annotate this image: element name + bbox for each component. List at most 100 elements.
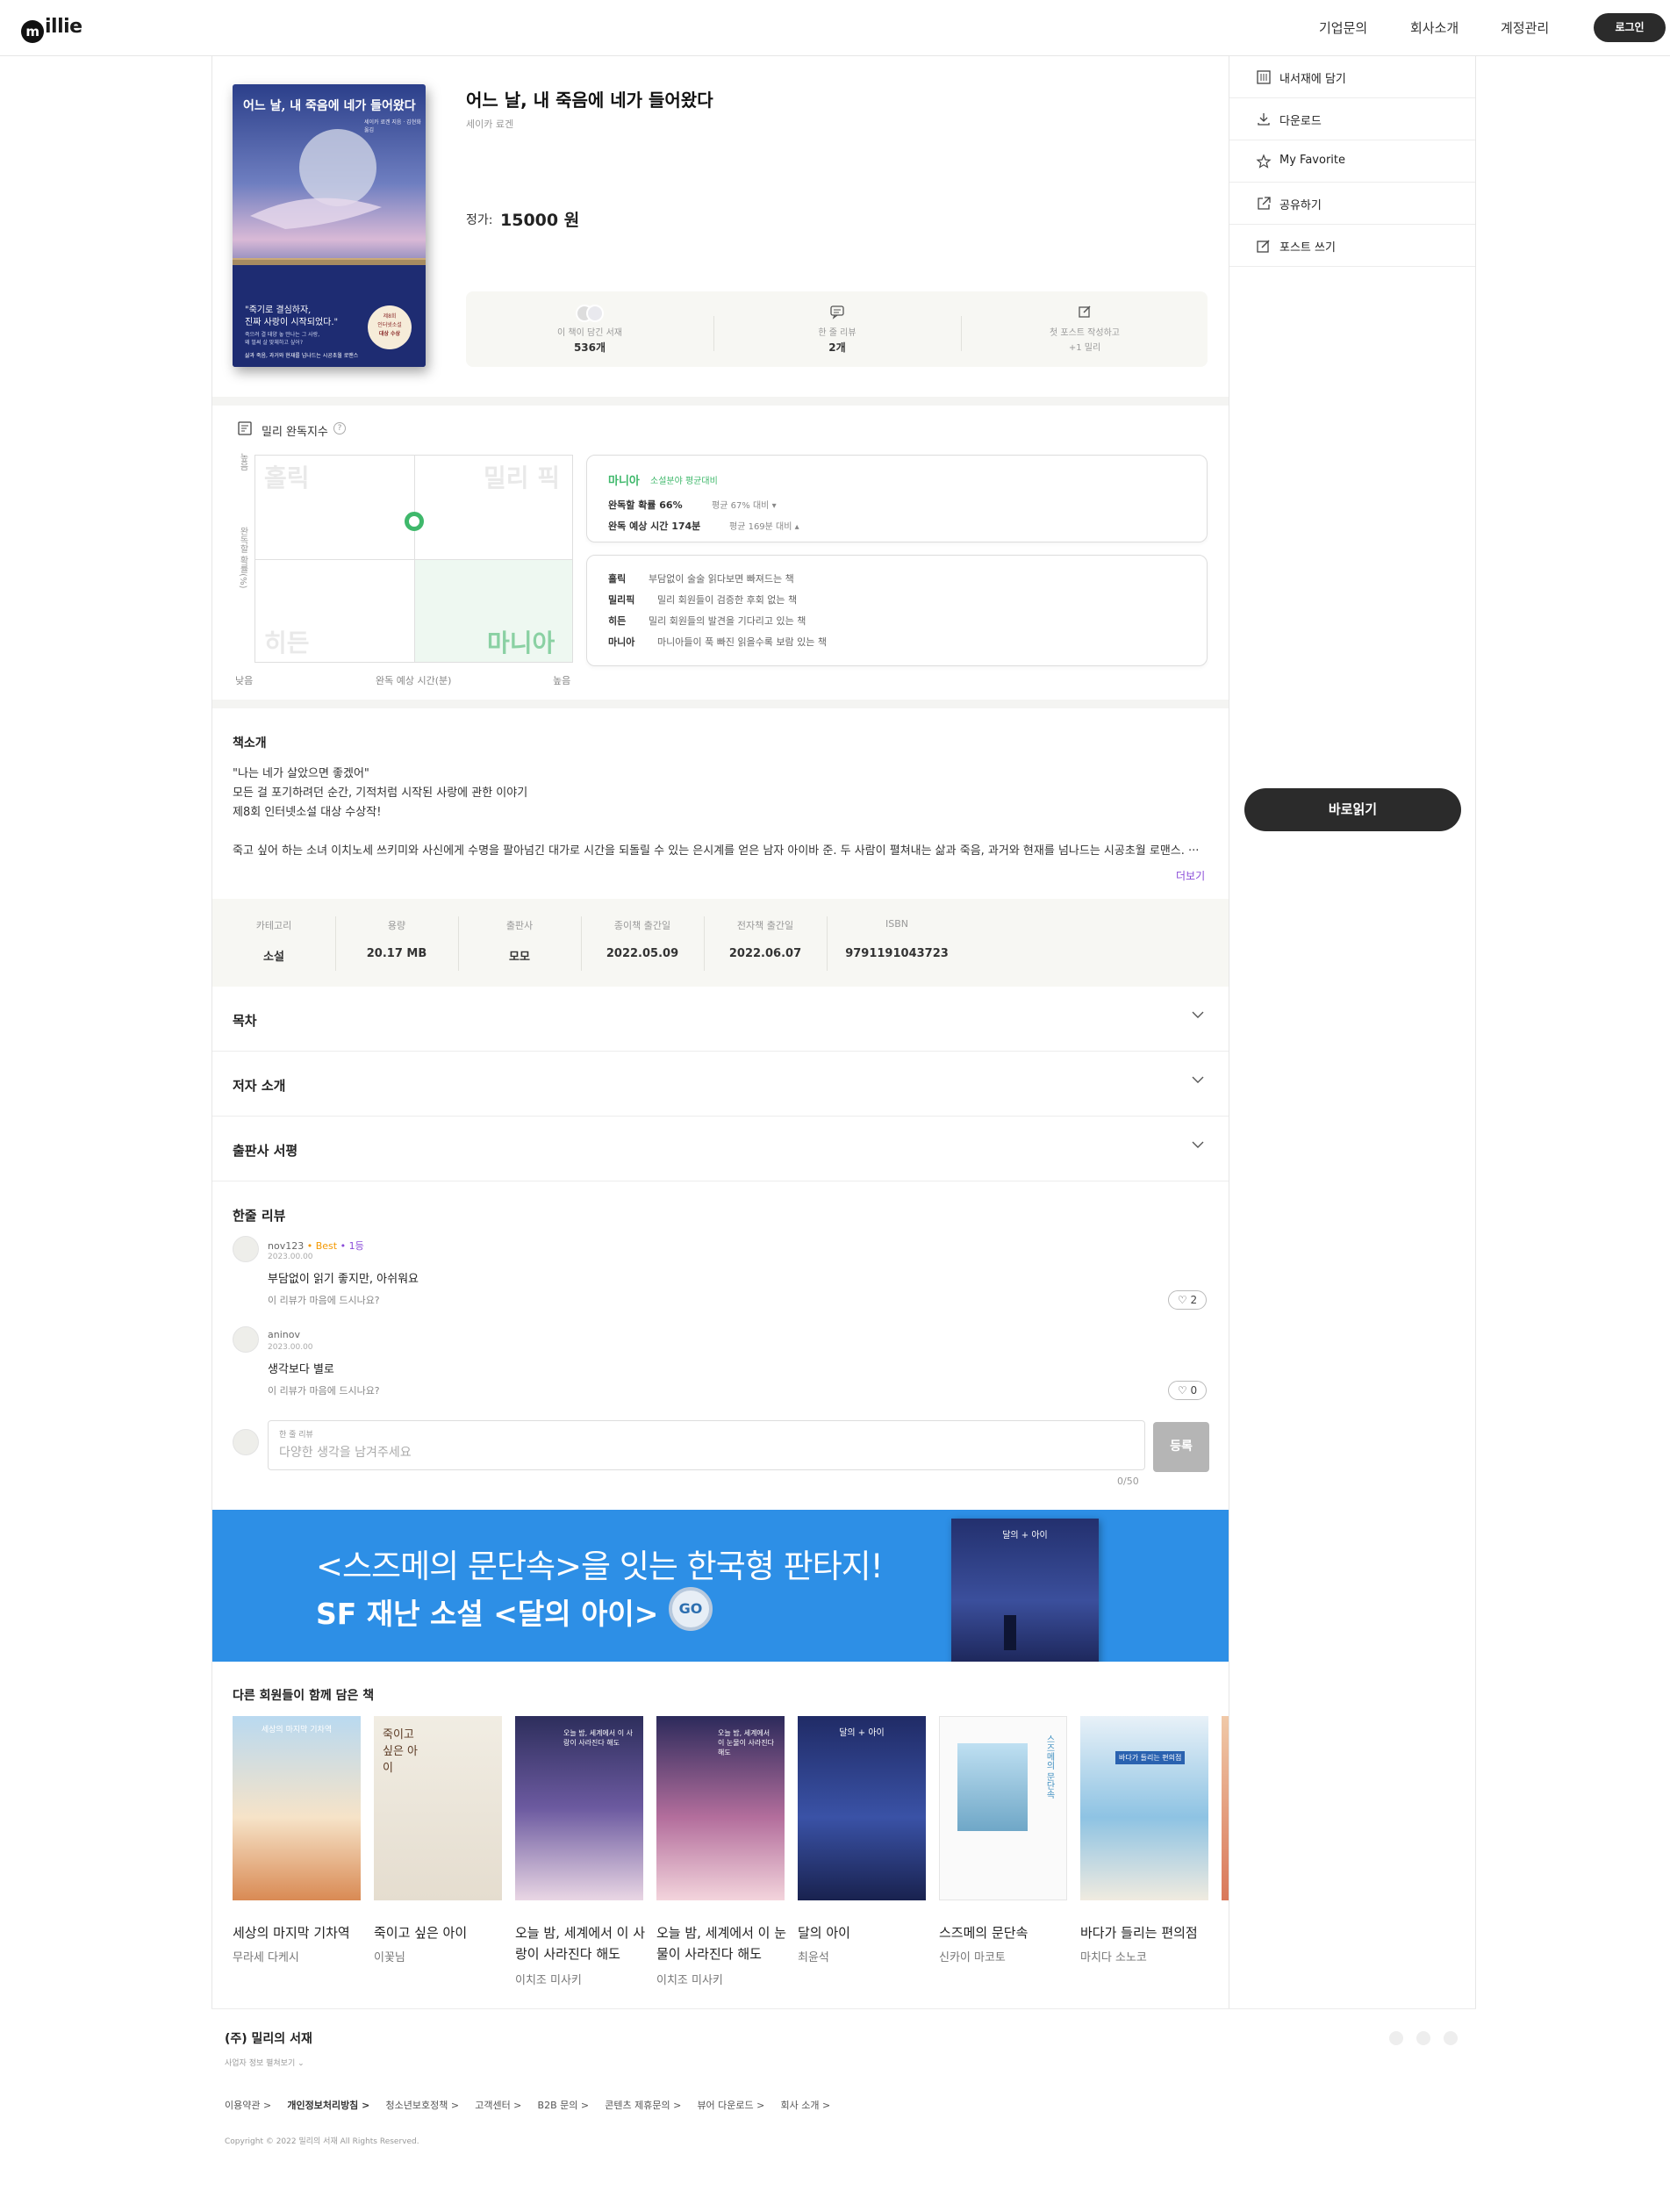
intro-line: 제8회 인터넷소설 대상 수상작! bbox=[233, 806, 382, 819]
legend-desc: 밀리 회원들이 검증한 후회 없는 책 bbox=[657, 594, 798, 606]
quadrant-millie-pick: 밀리 픽 bbox=[484, 463, 561, 492]
footer-link-viewer[interactable]: 뷰어 다운로드 > bbox=[697, 2100, 764, 2111]
login-button[interactable]: 로그인 bbox=[1594, 13, 1666, 42]
review-input-box[interactable]: 한 줄 리뷰 다양한 생각을 남겨주세요 bbox=[268, 1420, 1145, 1470]
time-avg-text: 평균 169분 대비 bbox=[729, 522, 792, 532]
recommend-book-name: 세상의 마지막 기차역 bbox=[233, 1925, 350, 1941]
promo-banner[interactable]: <스즈메의 문단속>을 잇는 한국형 판타지! SF 재난 소설 <달의 아이>… bbox=[212, 1510, 1229, 1662]
nav-account[interactable]: 계정관리 bbox=[1501, 18, 1549, 37]
stat-reviews-value: 2개 bbox=[828, 341, 846, 354]
stat-post[interactable]: 첫 포스트 작성하고 +1 밀리 bbox=[961, 291, 1208, 367]
y-axis-top-label: 높음 bbox=[238, 453, 247, 470]
intro-line: "나는 네가 살았으면 좋겠어" bbox=[233, 767, 369, 780]
footer-link-company[interactable]: 회사 소개 > bbox=[781, 2100, 831, 2111]
accordion-toc[interactable]: 목차 bbox=[212, 987, 1229, 1052]
edit-post-icon bbox=[961, 304, 1208, 323]
book-price: 15000 원 bbox=[500, 211, 580, 230]
review-like-button[interactable]: ♡ 2 bbox=[1168, 1290, 1207, 1310]
sidebar-right-border bbox=[1475, 56, 1476, 2009]
stat-libraries[interactable]: 이 책이 담긴 서재 536개 bbox=[466, 291, 713, 367]
cover-text: 세상의 마지막 기차역 bbox=[261, 1726, 333, 1734]
help-icon[interactable]: ? bbox=[333, 422, 346, 434]
quadrant-mania: 마니아 bbox=[487, 628, 555, 657]
sidebar-write-post[interactable]: 포스트 쓰기 bbox=[1229, 225, 1475, 267]
read-now-button[interactable]: 바로읽기 bbox=[1244, 788, 1461, 831]
review-input-label: 한 줄 리뷰 bbox=[279, 1431, 313, 1440]
review-input-placeholder: 다양한 생각을 남겨주세요 bbox=[279, 1446, 412, 1460]
summary-rate: 완독할 확률 66% bbox=[608, 499, 683, 511]
sidebar-share[interactable]: 공유하기 bbox=[1229, 183, 1475, 225]
info-value: 모모 bbox=[509, 951, 530, 964]
recommend-book-name: 오늘 밤, 세계에서 이 눈물이 사라진다 해도 bbox=[656, 1925, 787, 1962]
sidebar-add-to-library[interactable]: 내서재에 담기 bbox=[1229, 56, 1475, 98]
review-user: aninov bbox=[268, 1329, 300, 1340]
sidebar-download[interactable]: 다운로드 bbox=[1229, 98, 1475, 140]
x-axis-high-label: 높음 bbox=[553, 675, 571, 686]
sidebar-my-favorite[interactable]: My Favorite bbox=[1229, 140, 1475, 183]
footer-link-content[interactable]: 콘텐츠 제휴문의 > bbox=[605, 2100, 681, 2111]
instagram-icon[interactable] bbox=[1389, 2031, 1403, 2045]
review-submit-button[interactable]: 등록 bbox=[1153, 1422, 1209, 1472]
recommend-book-cover: 스즈메의 문단속 bbox=[939, 1716, 1067, 1900]
recommend-book-cover: 오늘 밤, 세계에서 이 사랑이 사라진다 해도 bbox=[515, 1716, 643, 1900]
footer-link-b2b[interactable]: B2B 문의 > bbox=[538, 2100, 590, 2111]
recommend-book-name: 오늘 밤, 세계에서 이 사랑이 사라진다 해도 bbox=[515, 1925, 646, 1962]
accordion-publisher-review[interactable]: 출판사 서평 bbox=[212, 1117, 1229, 1181]
recommend-book-name: 달의 아이 bbox=[798, 1925, 850, 1941]
accordion-author[interactable]: 저자 소개 bbox=[212, 1052, 1229, 1117]
stat-post-label: 첫 포스트 작성하고 bbox=[1050, 328, 1120, 338]
rate-avg-text: 평균 67% 대비 bbox=[712, 501, 770, 511]
cover-bottom-line: 삶과 죽음, 과거와 현재를 넘나드는 시공초월 로맨스 bbox=[245, 353, 359, 359]
footer-company: (주) 밀리의 서재 bbox=[225, 2032, 312, 2046]
book-author[interactable]: 세이카 료겐 bbox=[466, 117, 513, 131]
footer-link-privacy[interactable]: 개인정보처리방침 > bbox=[287, 2100, 369, 2111]
recommend-book-cover: 세상의 마지막 기차역 bbox=[233, 1716, 361, 1900]
content-bottom-border bbox=[211, 2008, 1476, 2009]
chevron-down-icon bbox=[1192, 1011, 1204, 1018]
cover-text: 바다가 들리는 편의점 bbox=[1115, 1751, 1186, 1764]
nav-business-inquiry[interactable]: 기업문의 bbox=[1319, 18, 1367, 37]
price-label: 정가: bbox=[466, 213, 493, 227]
download-icon bbox=[1258, 113, 1270, 126]
logo-text: illie bbox=[45, 16, 82, 38]
book-position-marker bbox=[404, 512, 424, 532]
recommend-book-name: 스즈메의 문단속 bbox=[939, 1925, 1029, 1941]
footer-link-support[interactable]: 고객센터 > bbox=[475, 2100, 521, 2111]
cover-credits: 세이카 료겐 지음 · 김현화 옮김 bbox=[364, 119, 421, 133]
recommend-book-name: 죽이고 싶은 아이 bbox=[374, 1925, 468, 1941]
info-ebook-date: 전자책 출간일 2022.06.07 bbox=[704, 899, 827, 987]
footer-link-terms[interactable]: 이용약관 > bbox=[225, 2100, 271, 2111]
biz-info-text: 사업자 정보 펼쳐보기 bbox=[225, 2059, 296, 2068]
youtube-icon[interactable] bbox=[1416, 2031, 1430, 2045]
info-key: 전자책 출간일 bbox=[736, 920, 794, 931]
avatar bbox=[233, 1236, 259, 1262]
chat-icon[interactable] bbox=[1444, 2031, 1458, 2045]
cover-blurb-1: 죽으려 결 태양 놓 만나는 그 사랑, bbox=[245, 332, 320, 338]
avatar bbox=[233, 1326, 259, 1353]
cover-text: 스즈메의 문단속 bbox=[1044, 1734, 1054, 1799]
accordion-title: 목차 bbox=[233, 1013, 257, 1029]
cover-blurb-2: 왜 벌써 살 맞체하고 싶어? bbox=[245, 340, 304, 346]
info-value: 2022.06.07 bbox=[728, 947, 802, 960]
review-char-counter: 0/50 bbox=[1117, 1476, 1139, 1487]
nav-company-intro[interactable]: 회사소개 bbox=[1410, 18, 1459, 37]
millie-logo[interactable]: m illie bbox=[21, 16, 82, 43]
badge-line-3: 대상 수상 bbox=[378, 331, 401, 337]
share-icon bbox=[1258, 197, 1271, 210]
stat-reviews-label: 한 줄 리뷰 bbox=[818, 328, 857, 338]
write-icon bbox=[1257, 240, 1270, 253]
review-like-button[interactable]: ♡ 0 bbox=[1168, 1381, 1207, 1400]
up-arrow-icon: ▴ bbox=[794, 522, 799, 532]
footer-link-youth[interactable]: 청소년보호정책 > bbox=[386, 2100, 460, 2111]
recommend-book-cover: 바다가 들리는 편의점 bbox=[1080, 1716, 1208, 1900]
recommend-title: 다른 회원들이 함께 담은 책 bbox=[233, 1689, 375, 1703]
footer-biz-info-toggle[interactable]: 사업자 정보 펼쳐보기 ⌄ bbox=[225, 2057, 305, 2068]
recommend-book-cover: 오늘 밤, 세계에서 이 눈물이 사라진다 해도 bbox=[656, 1716, 785, 1900]
legend-name: 히든 bbox=[608, 615, 627, 627]
stat-libraries-value: 536개 bbox=[573, 341, 606, 354]
more-link[interactable]: 더보기 bbox=[1176, 868, 1205, 883]
stat-reviews[interactable]: 한 줄 리뷰 2개 bbox=[713, 291, 961, 367]
review-date: 2023.00.00 bbox=[268, 1343, 313, 1352]
review-text: 생각보다 별로 bbox=[268, 1363, 334, 1376]
banner-go-button[interactable]: GO bbox=[669, 1587, 713, 1631]
